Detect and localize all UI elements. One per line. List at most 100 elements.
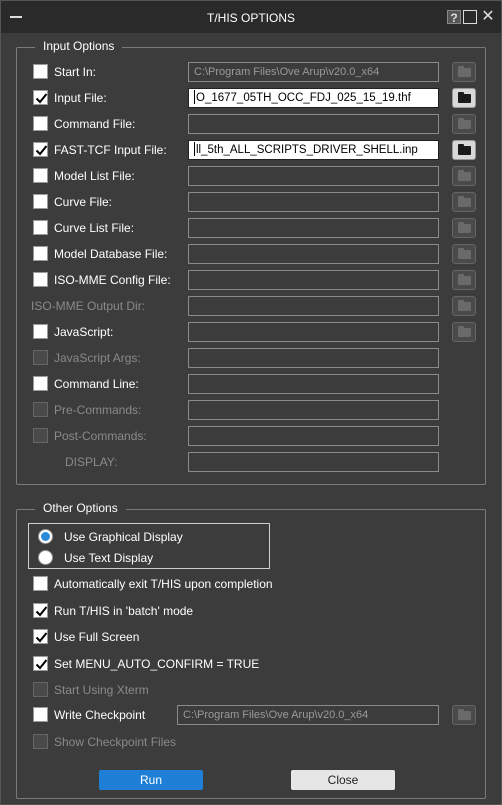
javascript-args-field[interactable] [188,348,439,368]
javascript-browse-button[interactable] [452,322,476,342]
use-full-screen-checkbox[interactable] [33,629,48,644]
text-caret [194,142,195,156]
iso-mme-config-file-label: ISO-MME Config File: [54,273,171,287]
post-commands-checkbox [33,428,48,443]
folder-icon [458,66,471,77]
javascript-args-label: JavaScript Args: [54,351,141,365]
iso-mme-output-dir-field[interactable] [188,296,439,316]
start-using-xterm-label: Start Using Xterm [54,683,149,697]
pre-commands-label: Pre-Commands: [54,403,142,417]
display-field[interactable] [188,452,439,472]
checkpoint-path-value: C:\Program Files\Ove Arup\v20.0_x64 [183,709,369,721]
start-in-browse-button[interactable] [452,62,476,82]
write-checkpoint-checkbox[interactable] [33,707,48,722]
window-title: T/HIS OPTIONS [206,11,295,25]
use-graphical-display-radio[interactable] [38,529,53,544]
checkpoint-path-field[interactable]: C:\Program Files\Ove Arup\v20.0_x64 [177,705,439,725]
folder-icon [458,274,471,285]
help-button[interactable]: ? [447,10,461,25]
other-options-title: Other Options [35,501,126,515]
fast-tcf-input-file-label: FAST-TCF Input File: [54,143,167,157]
run-t-his-in-batch-mode-checkbox[interactable] [33,602,48,618]
pre-commands-checkbox [33,402,48,417]
folder-icon [458,709,471,720]
curve-list-file-browse-button[interactable] [452,218,476,238]
javascript-label: JavaScript: [54,325,114,339]
folder-icon [458,196,471,207]
set-menu-auto-confirm-true-checkbox[interactable] [33,655,48,671]
model-database-file-label: Model Database File: [54,247,168,261]
iso-mme-config-file-browse-button[interactable] [452,270,476,290]
model-database-file-field[interactable] [188,244,439,264]
folder-icon [458,170,471,181]
start-in-checkbox[interactable] [33,64,48,79]
show-checkpoint-files-label: Show Checkpoint Files [54,735,177,749]
iso-mme-config-file-field[interactable] [188,270,439,290]
run-t-his-in-batch-mode-label: Run T/HIS in 'batch' mode [54,603,194,618]
use-graphical-display-label: Use Graphical Display [64,530,183,544]
write-checkpoint-label: Write Checkpoint [54,708,146,722]
display-label: DISPLAY: [65,455,118,469]
curve-list-file-field[interactable] [188,218,439,238]
command-file-checkbox[interactable] [33,116,48,131]
automatically-exit-t-his-upon-completion-label: Automatically exit T/HIS upon completion [54,577,273,591]
iso-mme-output-dir-label: ISO-MME Output Dir: [31,299,146,313]
pre-commands-field[interactable] [188,400,439,420]
javascript-args-checkbox [33,350,48,365]
folder-icon [458,222,471,233]
input-file-label: Input File: [54,91,107,105]
set-menu-auto-confirm-true-label: Set MENU_AUTO_CONFIRM = TRUE [54,656,260,671]
curve-file-browse-button[interactable] [452,192,476,212]
close-button[interactable]: Close [291,770,395,790]
start-in-label: Start In: [54,65,97,79]
use-text-display-label: Use Text Display [64,551,154,565]
use-text-display-radio[interactable] [38,550,53,565]
maximize-icon[interactable] [463,10,477,24]
title-bar[interactable]: T/HIS OPTIONS ? ✕ [1,1,501,33]
folder-icon [458,300,471,311]
iso-mme-output-dir-browse-button[interactable] [452,296,476,316]
command-line-field[interactable] [188,374,439,394]
input-file-field[interactable]: O_1677_05TH_OCC_FDJ_025_15_19.thf [188,88,439,108]
post-commands-field[interactable] [188,426,439,446]
command-file-label: Command File: [54,117,136,131]
model-database-file-browse-button[interactable] [452,244,476,264]
curve-file-checkbox[interactable] [33,194,48,209]
close-icon[interactable]: ✕ [481,9,495,25]
checkpoint-browse-button[interactable] [452,705,476,725]
curve-file-field[interactable] [188,192,439,212]
fast-tcf-input-file-checkbox[interactable] [33,142,48,157]
command-line-checkbox[interactable] [33,376,48,391]
input-file-browse-button[interactable] [452,88,476,108]
command-file-browse-button[interactable] [452,114,476,134]
curve-list-file-checkbox[interactable] [33,220,48,235]
model-list-file-browse-button[interactable] [452,166,476,186]
post-commands-label: Post-Commands: [54,429,147,443]
curve-list-file-label: Curve List File: [54,221,135,235]
start-in-field[interactable]: C:\Program Files\Ove Arup\v20.0_x64 [188,62,439,82]
input-options-title: Input Options [35,39,123,53]
model-list-file-field[interactable] [188,166,439,186]
input-file-value: O_1677_05TH_OCC_FDJ_025_15_19.thf [196,92,411,104]
command-file-field[interactable] [188,114,439,134]
model-database-file-checkbox[interactable] [33,246,48,261]
start-in-value: C:\Program Files\Ove Arup\v20.0_x64 [194,66,380,78]
javascript-field[interactable] [188,322,439,342]
automatically-exit-t-his-upon-completion-checkbox[interactable] [33,576,48,591]
fast-tcf-input-file-browse-button[interactable] [452,140,476,160]
model-list-file-checkbox[interactable] [33,168,48,183]
input-file-checkbox[interactable] [33,90,48,105]
show-checkpoint-files-checkbox [33,734,48,749]
folder-icon [458,326,471,337]
folder-icon [458,248,471,259]
folder-icon [458,118,471,129]
command-line-label: Command Line: [54,377,139,391]
javascript-checkbox[interactable] [33,324,48,339]
options-window: T/HIS OPTIONS ? ✕ Input Options Other Op… [0,0,502,805]
text-caret [194,90,195,104]
folder-icon [458,92,471,103]
iso-mme-config-file-checkbox[interactable] [33,272,48,287]
fast-tcf-input-file-value: ll_5th_ALL_SCRIPTS_DRIVER_SHELL.inp [196,144,418,156]
fast-tcf-input-file-field[interactable]: ll_5th_ALL_SCRIPTS_DRIVER_SHELL.inp [188,140,439,160]
run-button[interactable]: Run [99,770,203,790]
